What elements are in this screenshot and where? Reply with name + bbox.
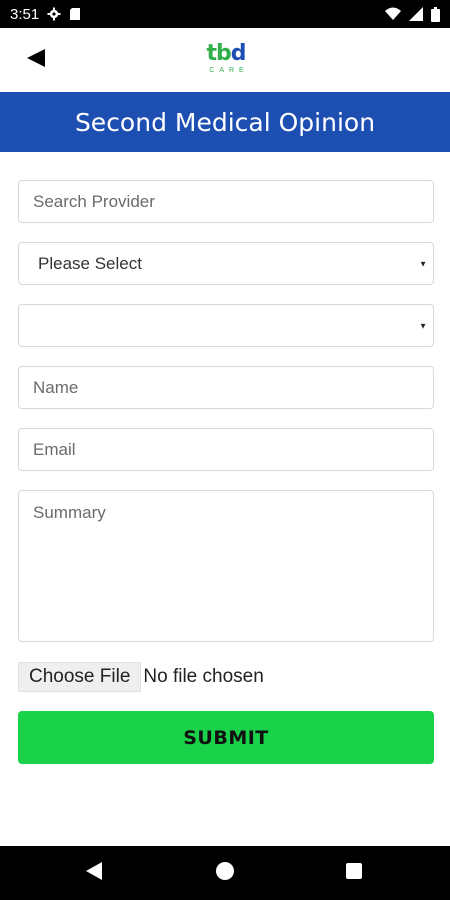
- nav-home-button[interactable]: [195, 846, 255, 900]
- gear-icon: [47, 7, 61, 21]
- choose-file-button[interactable]: Choose File: [18, 662, 142, 692]
- wifi-icon: [385, 7, 401, 21]
- file-status-text: No file chosen: [143, 666, 264, 687]
- logo-letter: b: [216, 41, 232, 66]
- summary-textarea[interactable]: Summary: [18, 490, 434, 642]
- page-title: Second Medical Opinion: [74, 107, 376, 137]
- sd-card-icon: [69, 7, 81, 21]
- system-nav-bar: [0, 846, 450, 900]
- back-arrow-icon: [25, 47, 47, 74]
- status-left: 3:51: [10, 6, 81, 23]
- search-provider-placeholder: Search Provider: [33, 191, 155, 211]
- logo-subtext: CARE: [209, 67, 249, 74]
- secondary-select[interactable]: ▼: [18, 304, 434, 347]
- dropdown-caret-icon: ▼: [419, 259, 427, 268]
- status-time: 3:51: [10, 5, 40, 23]
- email-input[interactable]: Email: [18, 428, 434, 471]
- dropdown-caret-icon: ▼: [419, 321, 427, 330]
- logo: tbd CARE: [196, 42, 256, 82]
- name-input[interactable]: Name: [18, 366, 434, 409]
- logo-letter: d: [230, 41, 247, 66]
- app-header: tbd CARE: [0, 28, 450, 92]
- page-title-banner: Second Medical Opinion: [0, 92, 450, 152]
- back-button[interactable]: [22, 46, 50, 74]
- logo-wordmark: tbd: [196, 42, 256, 66]
- search-provider-input[interactable]: Search Provider: [18, 180, 434, 223]
- status-right: [385, 6, 440, 22]
- battery-icon: [431, 6, 440, 22]
- summary-placeholder: Summary: [33, 503, 106, 522]
- nav-back-icon: [85, 861, 103, 886]
- email-placeholder: Email: [33, 439, 76, 459]
- cellular-icon: [409, 7, 423, 21]
- nav-back-button[interactable]: [64, 846, 124, 900]
- submit-button[interactable]: SUBMIT: [18, 711, 434, 764]
- logo-letter: t: [206, 41, 217, 66]
- file-upload-row: Choose File No file chosen: [18, 662, 264, 692]
- nav-recents-button[interactable]: [324, 846, 384, 900]
- category-select[interactable]: Please Select ▼: [18, 242, 434, 285]
- nav-home-icon: [215, 861, 235, 886]
- status-bar: 3:51: [0, 0, 450, 28]
- nav-recents-icon: [345, 862, 363, 885]
- name-placeholder: Name: [33, 377, 79, 397]
- logo-main-text: tbd: [206, 41, 247, 66]
- category-select-value: Please Select: [38, 253, 142, 273]
